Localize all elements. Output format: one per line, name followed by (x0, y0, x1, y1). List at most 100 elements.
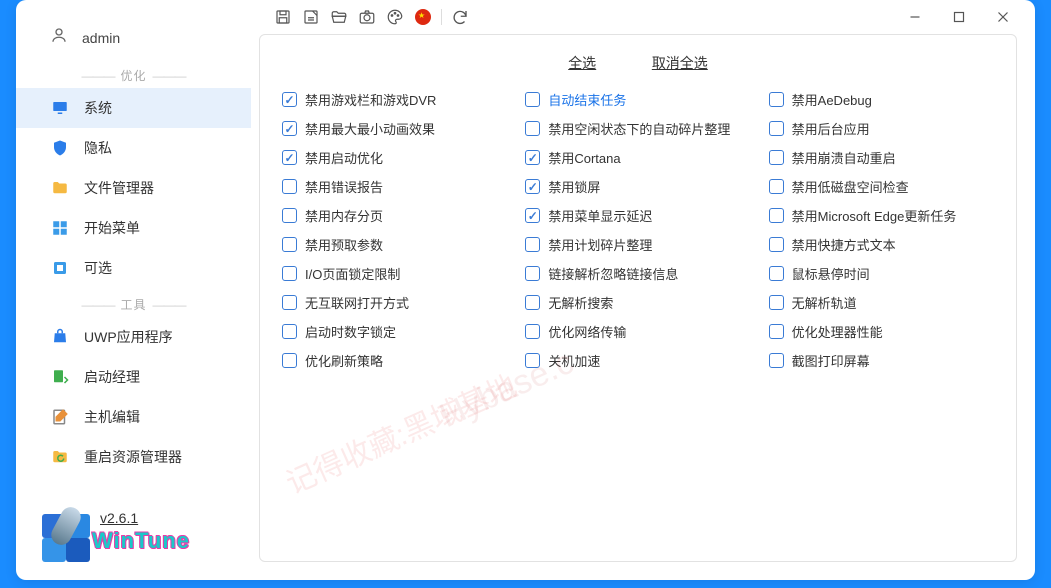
option-checkbox[interactable]: 启动时数字锁定 (282, 317, 507, 346)
palette-icon[interactable] (381, 5, 409, 29)
option-checkbox[interactable]: 优化处理器性能 (769, 317, 994, 346)
option-checkbox[interactable]: 禁用锁屏 (525, 172, 750, 201)
sidebar-item-filemanager[interactable]: 文件管理器 (16, 168, 251, 208)
checkbox-icon (525, 237, 540, 252)
option-checkbox[interactable]: 禁用最大最小动画效果 (282, 114, 507, 143)
option-checkbox[interactable]: 禁用Cortana (525, 143, 750, 172)
option-checkbox[interactable]: 无解析搜索 (525, 288, 750, 317)
option-checkbox[interactable]: 禁用崩溃自动重启 (769, 143, 994, 172)
option-checkbox[interactable]: 无互联网打开方式 (282, 288, 507, 317)
option-label: 无互联网打开方式 (305, 293, 409, 312)
selection-actions: 全选 取消全选 (282, 49, 994, 85)
toolbar-divider (441, 9, 442, 25)
sidebar-item-privacy[interactable]: 隐私 (16, 128, 251, 168)
checkbox-icon (769, 353, 784, 368)
option-checkbox[interactable]: 禁用内存分页 (282, 201, 507, 230)
checkbox-icon (769, 324, 784, 339)
minimize-button[interactable] (893, 5, 937, 29)
checkbox-icon (282, 266, 297, 281)
sidebar-item-system[interactable]: 系统 (16, 88, 251, 128)
option-checkbox[interactable]: 禁用后台应用 (769, 114, 994, 143)
option-checkbox[interactable]: 禁用预取参数 (282, 230, 507, 259)
option-checkbox[interactable]: 禁用计划碎片整理 (525, 230, 750, 259)
toolbar (251, 0, 1035, 30)
sidebar-item-optional[interactable]: 可选 (16, 248, 251, 288)
sidebar-item-startup[interactable]: 启动经理 (16, 357, 251, 397)
option-checkbox[interactable]: 链接解析忽略链接信息 (525, 259, 750, 288)
startup-icon (50, 367, 70, 387)
option-checkbox[interactable]: 优化网络传输 (525, 317, 750, 346)
option-checkbox[interactable]: I/O页面锁定限制 (282, 259, 507, 288)
main-area: 全选 取消全选 禁用游戏栏和游戏DVR 禁用最大最小动画效果禁用启动优化禁用错误报… (251, 0, 1035, 580)
option-checkbox[interactable]: 禁用空闲状态下的自动碎片整理 (525, 114, 750, 143)
deselect-all-link[interactable]: 取消全选 (652, 53, 708, 73)
sidebar-item-label: 开始菜单 (84, 218, 140, 238)
option-label: 无解析搜索 (548, 293, 613, 312)
folder-icon (50, 178, 70, 198)
username-label: admin (82, 30, 120, 46)
sidebar-item-hosteditor[interactable]: 主机编辑 (16, 397, 251, 437)
optional-icon (50, 258, 70, 278)
checkbox-icon (525, 295, 540, 310)
option-checkbox[interactable]: 鼠标悬停时间 (769, 259, 994, 288)
language-icon[interactable] (409, 5, 437, 29)
delete-icon[interactable] (297, 5, 325, 29)
open-folder-icon[interactable] (325, 5, 353, 29)
option-label: 禁用游戏栏和游戏DVR (305, 90, 436, 109)
option-checkbox[interactable]: 禁用菜单显示延迟 (525, 201, 750, 230)
option-checkbox[interactable]: 禁用快捷方式文本 (769, 230, 994, 259)
app-name: WinTune (92, 528, 190, 554)
maximize-button[interactable] (937, 5, 981, 29)
user-row: admin (16, 20, 251, 59)
options-grid: 禁用游戏栏和游戏DVR禁用最大最小动画效果禁用启动优化禁用错误报告禁用内存分页禁… (282, 85, 994, 375)
sidebar-item-label: UWP应用程序 (84, 327, 173, 347)
camera-icon[interactable] (353, 5, 381, 29)
checkbox-icon (769, 179, 784, 194)
option-label: 禁用Cortana (548, 148, 620, 167)
refresh-icon[interactable] (446, 5, 474, 29)
options-column-1: 禁用游戏栏和游戏DVR 禁用最大最小动画效果禁用启动优化禁用错误报告禁用内存分页禁… (282, 85, 507, 375)
option-label: 禁用崩溃自动重启 (792, 148, 896, 167)
checkbox-icon (769, 92, 784, 107)
option-checkbox[interactable]: 无解析轨道 (769, 288, 994, 317)
section-label-tools: 工具 (16, 288, 251, 317)
options-column-2: 自动结束任务禁用空闲状态下的自动碎片整理禁用Cortana 禁用锁屏禁用菜单显示延… (525, 85, 750, 375)
option-label: I/O页面锁定限制 (305, 264, 400, 283)
close-button[interactable] (981, 5, 1025, 29)
option-label: 禁用锁屏 (548, 177, 600, 196)
option-checkbox[interactable]: 禁用AeDebug (769, 85, 994, 114)
option-checkbox[interactable]: 截图打印屏幕 (769, 346, 994, 375)
option-checkbox[interactable]: 禁用启动优化 (282, 143, 507, 172)
checkbox-icon (769, 295, 784, 310)
option-checkbox[interactable]: 禁用低磁盘空间检查 (769, 172, 994, 201)
save-icon[interactable] (269, 5, 297, 29)
windows-icon (50, 218, 70, 238)
app-logo-icon (38, 510, 92, 564)
app-window: admin 优化 系统 隐私 文件管理器 开始菜单 可选 工具 UWP应用程序 (16, 0, 1035, 580)
sidebar-item-label: 可选 (84, 258, 112, 278)
option-label: 禁用计划碎片整理 (548, 235, 652, 254)
version-label[interactable]: v2.6.1 (100, 510, 190, 526)
option-label: 禁用内存分页 (305, 206, 383, 225)
sidebar-item-label: 重启资源管理器 (84, 447, 182, 467)
watermark-text: 记得收藏:黑域基地 (278, 361, 523, 502)
monitor-icon (50, 98, 70, 118)
select-all-link[interactable]: 全选 (568, 53, 596, 73)
sidebar-item-restartexp[interactable]: 重启资源管理器 (16, 437, 251, 477)
option-checkbox[interactable]: 优化刷新策略 (282, 346, 507, 375)
option-checkbox[interactable]: 禁用错误报告 (282, 172, 507, 201)
sidebar-item-label: 隐私 (84, 138, 112, 158)
option-label: 禁用低磁盘空间检查 (792, 177, 909, 196)
user-icon (50, 26, 68, 49)
option-checkbox[interactable]: 自动结束任务 (525, 85, 750, 114)
checkbox-icon (525, 150, 540, 165)
option-checkbox[interactable]: 关机加速 (525, 346, 750, 375)
option-label: 禁用快捷方式文本 (792, 235, 896, 254)
checkbox-icon (282, 208, 297, 223)
option-checkbox[interactable]: 禁用Microsoft Edge更新任务 (769, 201, 994, 230)
sidebar-item-startmenu[interactable]: 开始菜单 (16, 208, 251, 248)
sidebar-item-uwp[interactable]: UWP应用程序 (16, 317, 251, 357)
checkbox-icon (769, 237, 784, 252)
checkbox-icon (525, 208, 540, 223)
option-checkbox[interactable]: 禁用游戏栏和游戏DVR (282, 85, 507, 114)
